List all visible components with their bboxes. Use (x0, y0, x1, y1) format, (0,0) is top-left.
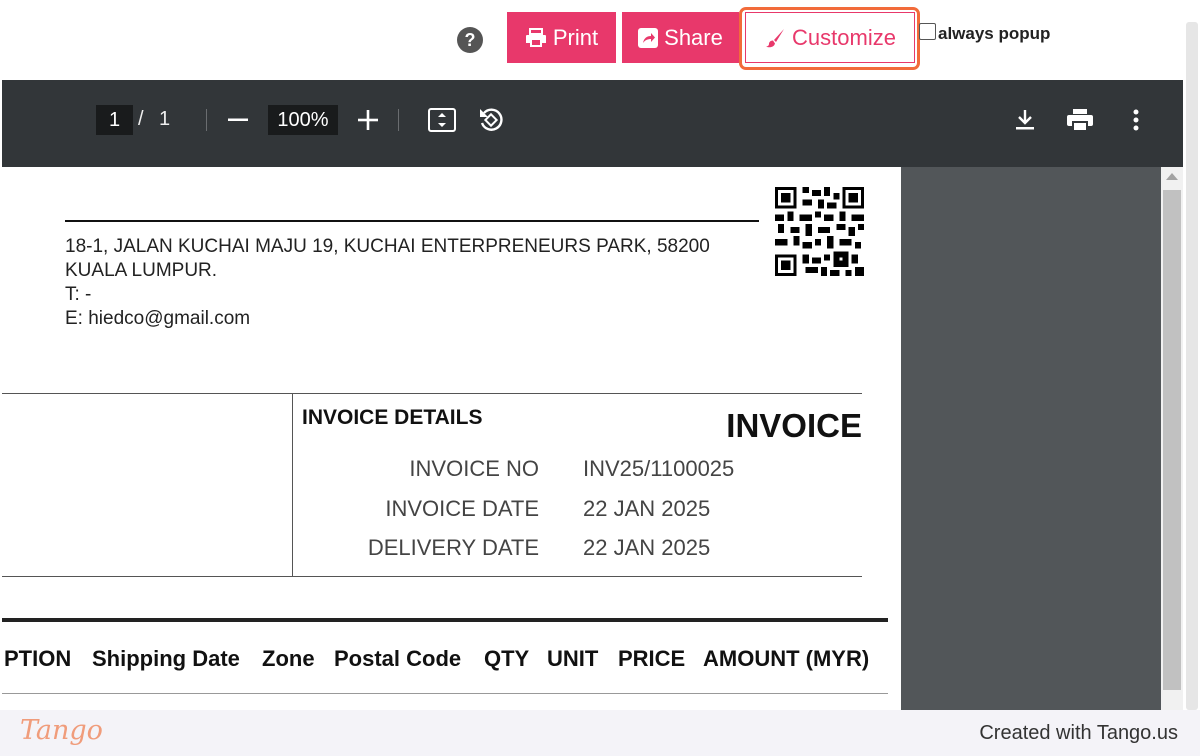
pdf-page: 18-1, JALAN KUCHAI MAJU 19, KUCHAI ENTER… (2, 167, 901, 710)
email-line: E: hiedco@gmail.com (65, 308, 251, 329)
qr-code (775, 187, 864, 276)
column-header-qty: QTY (484, 646, 530, 671)
column-header-shipping-date: Shipping Date (92, 646, 240, 671)
toolbar-divider (206, 109, 207, 131)
column-header-price: PRICE (618, 646, 686, 671)
print-button[interactable]: Print (507, 12, 616, 63)
header-divider (65, 220, 759, 222)
scroll-up-arrow-icon[interactable] (1166, 173, 1178, 180)
share-button[interactable]: Share (622, 12, 739, 63)
footer: Tango Created with Tango.us (0, 710, 1200, 756)
zoom-in-icon[interactable] (356, 108, 380, 132)
zoom-level-input[interactable]: 100% (268, 105, 338, 135)
outer-scrollbar-track[interactable] (1186, 22, 1198, 710)
paintbrush-icon (764, 28, 786, 48)
invoice-date-value: 22 JAN 2025 (583, 496, 711, 521)
column-header-postal-code: Postal Code (334, 646, 462, 671)
print-label: Print (552, 24, 599, 50)
phone-line: T: - (65, 284, 92, 305)
page-number-input[interactable]: 1 (96, 105, 133, 135)
toolbar-divider (398, 109, 399, 131)
pdf-toolbar: 1 / 1 100% (2, 80, 1183, 167)
always-popup-checkbox[interactable] (919, 22, 936, 40)
invoice-no-value: INV25/1100025 (583, 456, 735, 481)
always-popup-label: always popup (938, 24, 1051, 43)
column-header-zone: Zone (262, 646, 315, 671)
section-divider-top (2, 393, 862, 394)
share-label: Share (664, 24, 723, 50)
printer-icon (525, 27, 547, 48)
table-top-rule (2, 618, 888, 622)
print-icon[interactable] (1065, 107, 1095, 133)
delivery-date-value: 22 JAN 2025 (583, 535, 711, 560)
created-with-text: Created with Tango.us (979, 722, 1178, 744)
fit-page-icon[interactable] (427, 107, 457, 133)
always-popup-option[interactable]: always popup (919, 22, 1051, 44)
delivery-date-label: DELIVERY DATE (367, 535, 539, 560)
action-bar: ? Print Share Customize always popup (0, 0, 1200, 80)
invoice-date-label: INVOICE DATE (385, 496, 539, 521)
page-separator: / (138, 108, 144, 130)
tango-logo: Tango (20, 715, 103, 746)
page-total: 1 (159, 108, 171, 130)
help-icon[interactable]: ? (457, 27, 483, 53)
rotate-icon[interactable] (476, 106, 506, 134)
zoom-out-icon[interactable] (226, 108, 250, 132)
column-header-amount: AMOUNT (MYR) (703, 646, 870, 671)
customize-button[interactable]: Customize (745, 12, 915, 63)
invoice-no-label: INVOICE NO (409, 456, 539, 481)
invoice-details-heading: INVOICE DETAILS (302, 406, 483, 429)
download-icon[interactable] (1013, 108, 1037, 132)
document-scrollbar-thumb[interactable] (1163, 190, 1181, 690)
share-icon (638, 27, 659, 48)
section-column-divider (292, 393, 293, 576)
section-divider-bottom (2, 576, 862, 577)
address-line-1: 18-1, JALAN KUCHAI MAJU 19, KUCHAI ENTER… (65, 236, 710, 257)
table-header-rule (2, 693, 888, 694)
column-header-unit: UNIT (547, 646, 599, 671)
address-line-2: KUALA LUMPUR. (65, 260, 218, 281)
column-header-description: PTION (4, 646, 72, 671)
customize-label: Customize (792, 24, 896, 50)
invoice-title: INVOICE (726, 407, 862, 444)
more-vert-icon[interactable] (1124, 108, 1148, 132)
company-address: 18-1, JALAN KUCHAI MAJU 19, KUCHAI ENTER… (65, 235, 765, 331)
